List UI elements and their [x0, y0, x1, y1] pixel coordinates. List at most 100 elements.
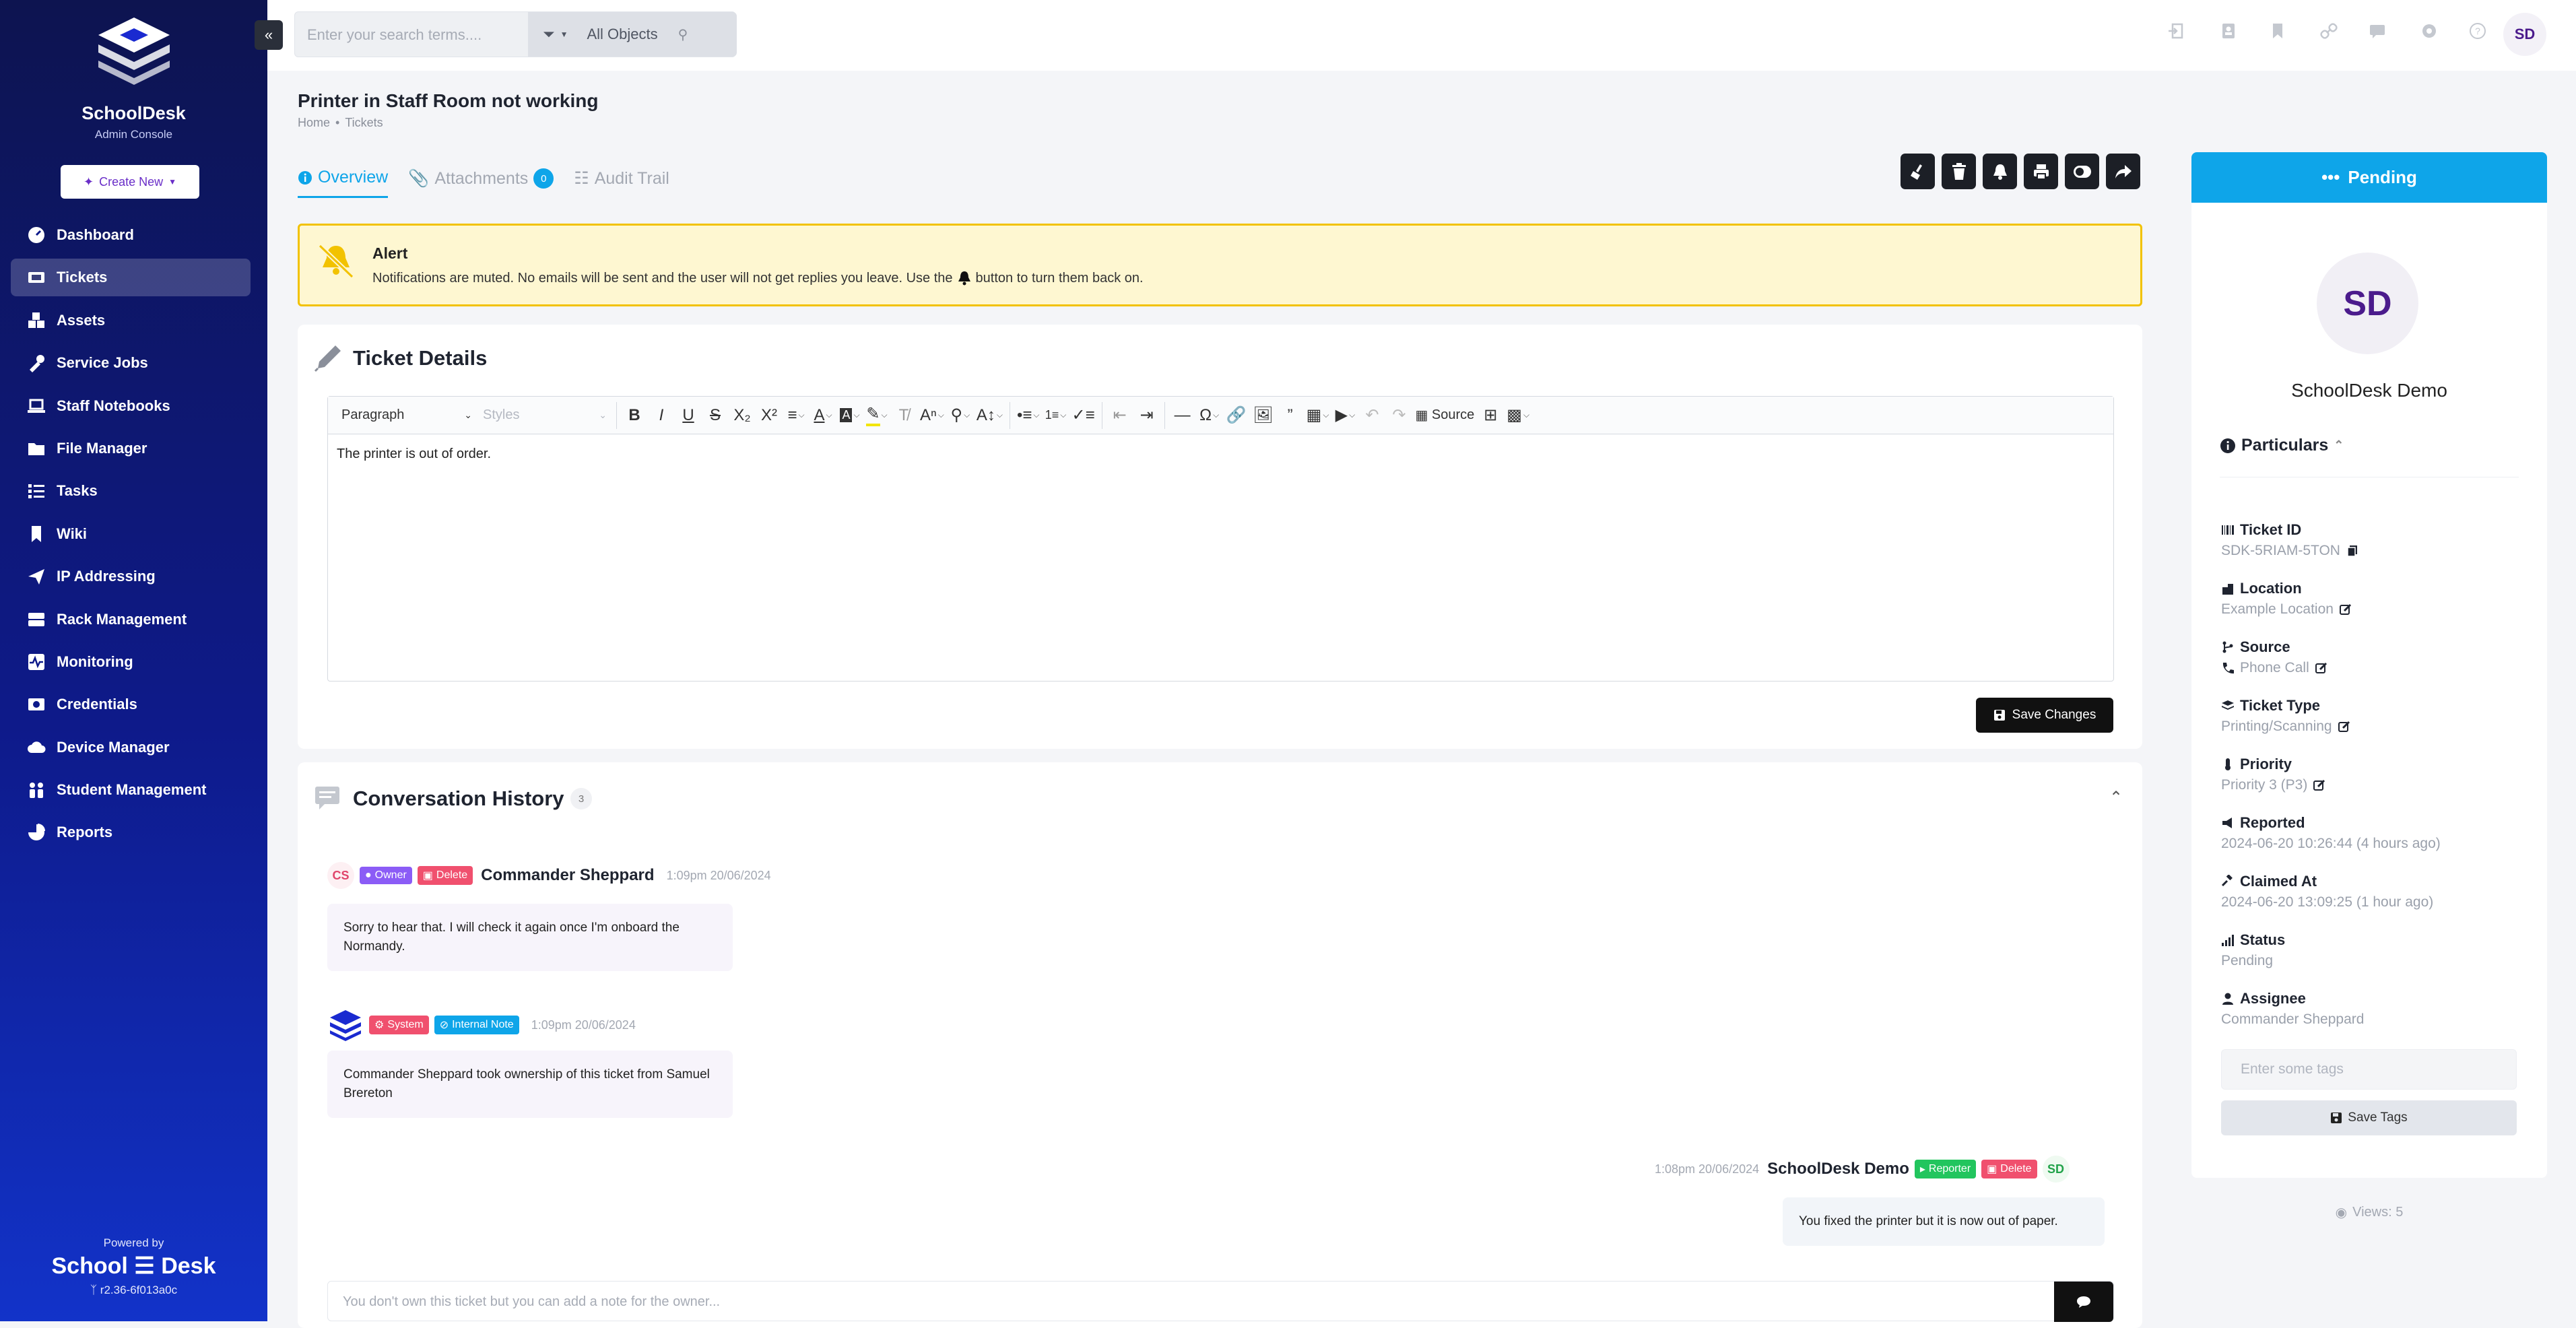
paragraph-select[interactable]: Paragraph ⌄: [336, 402, 477, 429]
editor-content[interactable]: The printer is out of order.: [337, 446, 491, 462]
italic-button[interactable]: I: [648, 402, 675, 429]
numbered-list-button[interactable]: 1≡ ⌵: [1043, 402, 1069, 429]
sidebar-item-dashboard[interactable]: Dashboard: [11, 216, 251, 254]
highlighter-icon: ✎: [866, 404, 880, 426]
link-button[interactable]: 🔗: [1223, 402, 1250, 429]
subscript-button[interactable]: X₂: [729, 402, 756, 429]
contact-card-icon[interactable]: [2220, 22, 2237, 40]
page-break-button[interactable]: ⊞: [1477, 402, 1504, 429]
sidebar-item-tickets[interactable]: Tickets: [11, 259, 251, 297]
particulars-toggle[interactable]: Particulars ⌃: [2220, 436, 2344, 455]
outdent-button[interactable]: ⇤: [1107, 402, 1133, 429]
send-note-button[interactable]: [2054, 1282, 2113, 1322]
sidebar-item-ip-addressing[interactable]: IP Addressing: [11, 558, 251, 595]
chevron-down-icon: ⌵: [1323, 410, 1329, 420]
message-bubble: You fixed the printer but it is now out …: [1783, 1197, 2105, 1246]
edit-icon[interactable]: [2339, 603, 2352, 616]
sidebar-item-device-manager[interactable]: Device Manager: [11, 729, 251, 766]
field-label: Assignee: [2240, 990, 2306, 1007]
bookmark-icon[interactable]: [2269, 22, 2286, 40]
status-header[interactable]: ••• Pending: [2191, 152, 2547, 203]
help-icon[interactable]: ?: [2469, 22, 2486, 40]
highlight-button[interactable]: ✎ ⌵: [863, 402, 890, 429]
notifications-button[interactable]: [1983, 154, 2017, 189]
tags-input[interactable]: [2221, 1049, 2517, 1090]
indent-button[interactable]: ⇥: [1133, 402, 1160, 429]
find-replace-button[interactable]: ⚲ ⌵: [947, 402, 974, 429]
message-icon[interactable]: [2369, 22, 2386, 40]
remove-format-button[interactable]: T̸: [890, 402, 917, 429]
blockquote-button[interactable]: ”: [1277, 402, 1304, 429]
sidebar-item-tasks[interactable]: Tasks: [11, 472, 251, 510]
schooldesk-logo[interactable]: [93, 15, 175, 86]
tab-audit-trail[interactable]: ☷ Audit Trail: [574, 159, 669, 198]
delete-message-button[interactable]: ▣ Delete: [417, 866, 473, 885]
collapse-sidebar-button[interactable]: «: [255, 20, 283, 50]
horizontal-line-button[interactable]: —: [1169, 402, 1196, 429]
special-characters-button[interactable]: Ω ⌵: [1196, 402, 1223, 429]
redo-button[interactable]: ↷: [1385, 402, 1412, 429]
save-changes-button[interactable]: Save Changes: [1976, 698, 2113, 733]
users-icon: [30, 783, 43, 799]
merge-button[interactable]: [2065, 154, 2099, 189]
sidebar-item-monitoring[interactable]: Monitoring: [11, 643, 251, 681]
source-button[interactable]: ▦ Source: [1412, 402, 1477, 429]
forward-button[interactable]: [2106, 154, 2140, 189]
search-icon[interactable]: ⚲: [678, 26, 688, 43]
styles-select[interactable]: Styles ⌄: [477, 402, 612, 429]
strikethrough-button[interactable]: S: [702, 402, 729, 429]
text-size-button[interactable]: A↕ ⌵: [974, 402, 1005, 429]
sidebar-item-file-manager[interactable]: File Manager: [11, 430, 251, 467]
broom-button[interactable]: [1901, 154, 1935, 189]
edit-icon[interactable]: [2313, 778, 2326, 792]
sidebar-item-rack-management[interactable]: Rack Management: [11, 601, 251, 638]
breadcrumb-home[interactable]: Home: [298, 116, 330, 129]
search-input[interactable]: [306, 22, 528, 48]
sidebar-item-staff-notebooks[interactable]: Staff Notebooks: [11, 387, 251, 425]
breadcrumb: Home • Tickets: [298, 116, 383, 130]
breadcrumb-tickets[interactable]: Tickets: [345, 116, 383, 129]
ticket-icon: [28, 272, 44, 284]
collapse-history-button[interactable]: ⌃: [2109, 788, 2123, 807]
sidebar-item-student-management[interactable]: Student Management: [11, 771, 251, 809]
sign-in-icon[interactable]: [2167, 22, 2185, 40]
chevron-down-icon: ⌵: [937, 410, 944, 420]
font-size-button[interactable]: Aⁿ ⌵: [917, 402, 947, 429]
undo-button[interactable]: ↶: [1358, 402, 1385, 429]
font-color-button[interactable]: A ⌵: [810, 402, 836, 429]
print-button[interactable]: [2024, 154, 2058, 189]
background-color-button[interactable]: A ⌵: [836, 402, 863, 429]
tab-overview[interactable]: Overview: [298, 159, 389, 198]
edit-icon[interactable]: [2338, 720, 2351, 733]
image-button[interactable]: 🖼: [1250, 402, 1277, 429]
superscript-button[interactable]: X²: [756, 402, 783, 429]
todo-list-button[interactable]: ✓≡: [1069, 402, 1098, 429]
sidebar-item-service-jobs[interactable]: Service Jobs: [11, 344, 251, 382]
bulleted-list-button[interactable]: •≡ ⌵: [1014, 402, 1043, 429]
sidebar-item-wiki[interactable]: Wiki: [11, 515, 251, 553]
page-break-icon: ⊞: [1484, 406, 1498, 424]
link-icon[interactable]: [2320, 22, 2338, 40]
delete-ticket-button[interactable]: [1942, 154, 1976, 189]
save-tags-button[interactable]: Save Tags: [2221, 1100, 2517, 1135]
scope-filter[interactable]: ⏷ ▼ All Objects ⚲: [528, 12, 737, 57]
bold-button[interactable]: B: [621, 402, 648, 429]
note-input[interactable]: [341, 1290, 1958, 1314]
sidebar-item-reports[interactable]: Reports: [11, 814, 251, 851]
underline-button[interactable]: U: [675, 402, 702, 429]
copy-icon[interactable]: [2346, 544, 2359, 558]
toggle-icon: [2073, 165, 2091, 178]
media-button[interactable]: ▶ ⌵: [1331, 402, 1358, 429]
show-blocks-button[interactable]: ▩ ⌵: [1504, 402, 1532, 429]
sidebar-item-credentials[interactable]: Credentials: [11, 686, 251, 723]
table-button[interactable]: ▦ ⌵: [1304, 402, 1332, 429]
delete-message-button[interactable]: ▣ Delete: [1981, 1160, 2037, 1178]
user-avatar[interactable]: SD: [2503, 13, 2546, 56]
edit-icon[interactable]: [2315, 661, 2328, 675]
tab-attachments[interactable]: 📎 Attachments 0: [408, 159, 554, 198]
gear-icon[interactable]: [2420, 22, 2438, 40]
chevron-down-icon: ⌄: [464, 409, 472, 420]
sidebar-item-assets[interactable]: Assets: [11, 302, 251, 339]
align-button[interactable]: ≡ ⌵: [783, 402, 810, 429]
create-new-button[interactable]: ✦ Create New ▼: [61, 165, 199, 199]
